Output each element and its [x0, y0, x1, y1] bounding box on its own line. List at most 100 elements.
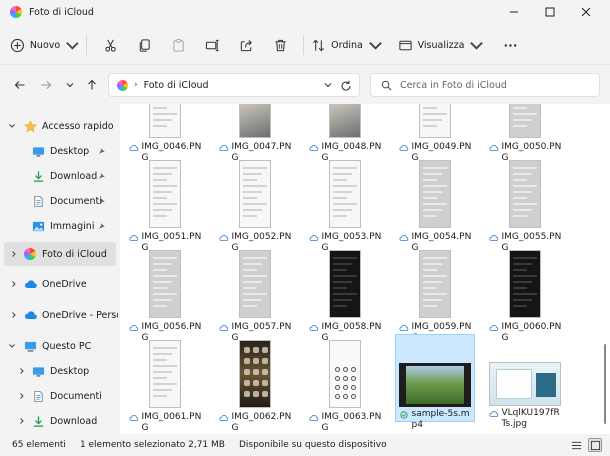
onedrive-icon [25, 279, 37, 288]
breadcrumb-location[interactable]: Foto di iCloud [144, 80, 209, 91]
file-name: IMG_0062.PNG [231, 412, 292, 433]
thumbnail-detail [153, 389, 172, 391]
sidebar-item-onedrive[interactable]: OneDrive [0, 272, 116, 296]
thumbnail-detail [153, 173, 172, 175]
sidebar-item-icloud-photos[interactable]: Foto di iCloud [4, 242, 116, 266]
rename-button[interactable] [195, 32, 229, 58]
up-button[interactable] [82, 75, 102, 95]
file-label: IMG_0063.PNG [305, 412, 385, 434]
cloud-icon [309, 235, 318, 241]
cut-button[interactable] [93, 32, 127, 58]
selection-info: 1 elemento selezionato 2,71 MB [79, 440, 225, 450]
sidebar-item-quick-access[interactable]: Accesso rapido [0, 114, 116, 138]
chevron-down-icon[interactable] [8, 122, 16, 130]
file-item[interactable]: IMG_0054.PNG [395, 154, 475, 253]
refresh-icon[interactable] [340, 80, 352, 92]
sidebar-item-pc-documents[interactable]: Documenti [0, 384, 116, 408]
scrollbar-thumb[interactable] [604, 344, 606, 424]
close-button[interactable] [568, 0, 604, 24]
search-box[interactable] [370, 73, 600, 97]
file-thumbnail [239, 340, 271, 408]
address-bar[interactable]: › Foto di iCloud [108, 73, 360, 97]
sidebar-item-onedrive-personal[interactable]: OneDrive - Perso [0, 303, 118, 327]
file-thumbnail [509, 160, 541, 228]
file-item[interactable]: IMG_0062.PNG [215, 334, 295, 433]
cloud-icon [399, 145, 408, 151]
sidebar-item-pc-desktop[interactable]: Desktop [0, 359, 116, 383]
file-item[interactable]: IMG_0058.PNG [305, 244, 385, 343]
chevron-right-icon[interactable] [10, 311, 18, 319]
thumbnail-detail [513, 185, 537, 187]
sidebar-item-label: Questo PC [42, 340, 92, 352]
sidebar-item-documents[interactable]: Documenti [0, 189, 116, 213]
thumbnail-detail [423, 191, 442, 193]
documents-icon [34, 390, 43, 402]
details-view-button[interactable] [569, 438, 583, 452]
chevron-right-icon[interactable] [18, 392, 26, 400]
thumbnail-detail [423, 119, 442, 121]
keypad-key-thumb [343, 367, 348, 372]
share-button[interactable] [229, 32, 263, 58]
file-item[interactable]: sample-5s.mp4 [395, 334, 475, 430]
file-item[interactable]: VLqlKU197fRTs.jpg [485, 334, 565, 429]
thumbnail-detail [333, 191, 352, 193]
onedrive-icon [25, 310, 37, 319]
back-button[interactable] [10, 75, 30, 95]
star-icon [24, 119, 37, 132]
status-bar: 65 elementi 1 elemento selezionato 2,71 … [0, 434, 610, 456]
file-item[interactable]: IMG_0046.PNG [125, 104, 205, 163]
thumbnails-view-button[interactable] [588, 438, 602, 452]
file-item[interactable]: IMG_0057.PNG [215, 244, 295, 343]
file-item[interactable]: IMG_0052.PNG [215, 154, 295, 253]
recent-locations-button[interactable] [60, 75, 80, 95]
copy-button[interactable] [127, 32, 161, 58]
thumbnail-detail [153, 275, 177, 277]
sidebar-item-pictures[interactable]: Immagini [0, 214, 116, 238]
search-input[interactable] [400, 79, 590, 91]
new-button[interactable]: Nuovo [10, 32, 80, 58]
minimize-button[interactable] [496, 0, 532, 24]
chevron-down-icon[interactable] [8, 342, 16, 350]
keypad-key-thumb [335, 376, 340, 381]
file-label: IMG_0061.PNG [125, 412, 205, 434]
thumbnail-detail [333, 287, 347, 289]
sidebar-item-download[interactable]: Download [0, 164, 116, 188]
chevron-right-icon[interactable] [10, 250, 18, 258]
vertical-scrollbar[interactable] [600, 104, 610, 434]
file-item[interactable]: IMG_0047.PNG [215, 104, 295, 163]
thumbnail-detail [513, 263, 532, 265]
sidebar-item-desktop[interactable]: Desktop [0, 139, 116, 163]
file-item[interactable]: IMG_0053.PNG [305, 154, 385, 253]
chevron-right-icon[interactable] [10, 280, 18, 288]
thumbnail-detail [153, 377, 167, 379]
sidebar-item-pc-download[interactable]: Download [0, 409, 116, 433]
file-item[interactable]: IMG_0048.PNG [305, 104, 385, 163]
file-item[interactable]: IMG_0063.PNG [305, 334, 385, 433]
sort-button[interactable]: Ordina [310, 32, 384, 58]
file-item[interactable]: IMG_0056.PNG [125, 244, 205, 343]
file-item[interactable]: IMG_0055.PNG [485, 154, 565, 253]
view-button[interactable]: Visualizza [397, 32, 485, 58]
view-icon [398, 40, 412, 50]
file-item[interactable]: IMG_0061.PNG [125, 334, 205, 433]
more-options-button[interactable] [493, 32, 527, 58]
file-item[interactable]: IMG_0049.PNG [395, 104, 475, 163]
chevron-right-icon[interactable] [18, 417, 26, 425]
sidebar-item-this-pc[interactable]: Questo PC [0, 334, 116, 358]
thumbnail-detail [513, 257, 537, 259]
app-icon-thumb [253, 358, 259, 364]
file-item[interactable]: IMG_0050.PNG [485, 104, 565, 163]
thumbnail-detail [153, 185, 177, 187]
file-item[interactable]: IMG_0060.PNG [485, 244, 565, 343]
cloud-icon [309, 145, 318, 151]
paste-button[interactable] [161, 32, 195, 58]
chevron-right-icon[interactable] [18, 367, 26, 375]
file-item[interactable]: IMG_0051.PNG [125, 154, 205, 253]
forward-button[interactable] [36, 75, 56, 95]
sidebar-item-label: Documenti [50, 390, 102, 402]
delete-button[interactable] [263, 32, 297, 58]
chevron-down-icon[interactable] [323, 80, 333, 90]
file-item[interactable]: IMG_0059.PNG [395, 244, 475, 343]
maximize-button[interactable] [532, 0, 568, 24]
sidebar-item-label: Immagini [50, 220, 95, 232]
